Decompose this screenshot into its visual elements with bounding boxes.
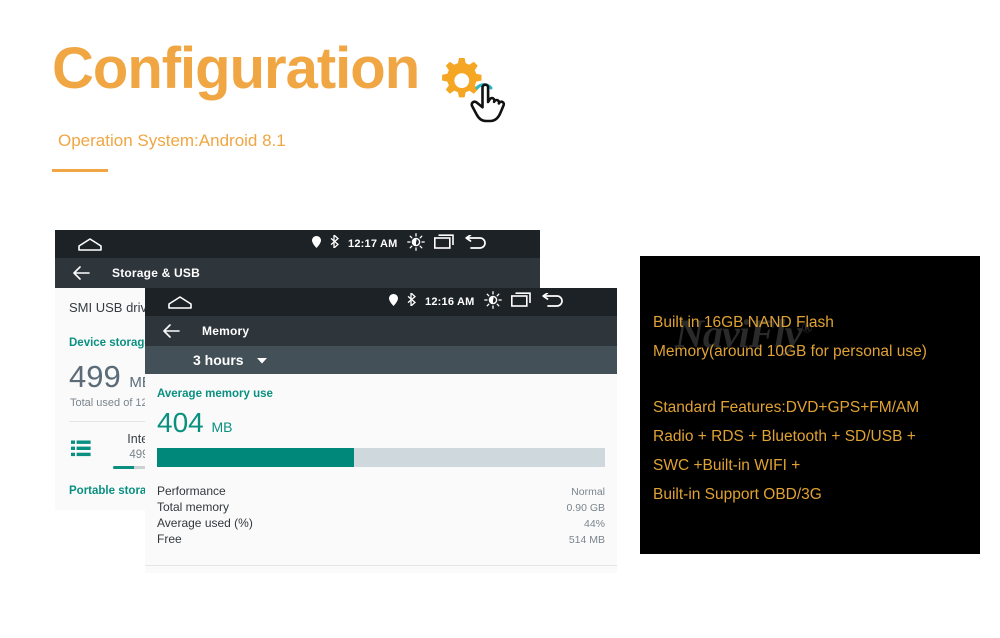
spec-line: Radio + RDS + Bluetooth + SD/USB +	[653, 428, 916, 445]
memory-usage-bar-fill	[157, 448, 355, 467]
average-memory-value: 404	[157, 407, 204, 438]
memory-app-bar-title: Memory	[202, 324, 250, 338]
title-accent-bar	[52, 169, 108, 172]
spec-line: Built-in Support OBD/3G	[653, 486, 822, 503]
memory-content: Average memory use 404 MB Performance No…	[145, 374, 617, 566]
gear-icon	[442, 58, 482, 98]
average-memory-label: Average memory use	[157, 388, 273, 400]
back-arrow-icon[interactable]	[73, 266, 90, 280]
average-memory-value-group: 404 MB	[157, 407, 617, 439]
location-pin-icon	[389, 293, 398, 311]
stat-key: Average used (%)	[157, 516, 253, 530]
brightness-icon[interactable]	[406, 232, 425, 256]
back-arrow-icon[interactable]	[464, 233, 487, 254]
status-time: 12:16 AM	[425, 296, 475, 308]
storage-list-icon	[71, 440, 91, 462]
memory-bottom-divider	[145, 565, 617, 566]
spec-line: Built in 16GB NAND Flash	[653, 314, 834, 331]
storage-status-bar: 12:17 AM	[55, 230, 540, 258]
page-subtitle: Operation System:Android 8.1	[58, 131, 286, 150]
stat-value: 514 MB	[568, 534, 605, 546]
page-root: Configuration Operation System:Android 8…	[0, 0, 1000, 638]
storage-app-bar-title: Storage & USB	[112, 266, 200, 280]
time-range-value: 3 hours	[193, 352, 244, 368]
average-memory-unit: MB	[211, 419, 233, 435]
home-icon[interactable]	[167, 295, 193, 309]
memory-usage-bar	[157, 448, 605, 467]
bluetooth-icon	[407, 292, 416, 311]
memory-status-bar: 12:16 AM	[145, 288, 617, 316]
recents-icon[interactable]	[433, 234, 456, 254]
stat-key: Free	[157, 532, 182, 546]
status-time: 12:17 AM	[348, 238, 398, 250]
brightness-icon[interactable]	[483, 290, 502, 314]
stat-key: Total memory	[157, 500, 230, 514]
spec-line: Memory(around 10GB for personal use)	[653, 343, 927, 360]
gear-cursor-graphic	[437, 52, 517, 130]
home-icon[interactable]	[77, 237, 103, 251]
recents-icon[interactable]	[510, 292, 533, 312]
stat-value: Normal	[571, 486, 605, 498]
time-range-spinner[interactable]: 3 hours	[145, 346, 617, 374]
spec-line: Standard Features:DVD+GPS+FM/AM	[653, 399, 920, 416]
memory-stat-row: Performance Normal	[157, 483, 605, 499]
memory-stats-list: Performance Normal Total memory 0.90 GB …	[157, 483, 605, 547]
bluetooth-icon	[330, 234, 339, 253]
storage-app-bar: Storage & USB	[55, 258, 540, 288]
stat-value: 0.90 GB	[566, 502, 605, 514]
stat-key: Performance	[157, 484, 226, 498]
back-arrow-icon[interactable]	[163, 324, 180, 338]
chevron-down-icon	[256, 351, 267, 369]
internal-storage-progress-fill	[113, 466, 135, 469]
spec-line: SWC +Built-in WIFI +	[653, 457, 801, 474]
memory-stat-row: Average used (%) 44%	[157, 515, 605, 531]
memory-screenshot: 12:16 AM Memory 3 hours Average memory u…	[145, 288, 617, 573]
spec-panel: NaviFly® Built in 16GB NAND Flash Memory…	[640, 256, 980, 554]
device-storage-used-value: 499	[69, 359, 121, 394]
stat-value: 44%	[583, 518, 605, 530]
location-pin-icon	[312, 235, 321, 253]
spec-text-block: Built in 16GB NAND Flash Memory(around 1…	[640, 256, 980, 509]
memory-app-bar: Memory	[145, 316, 617, 346]
spec-spacer	[653, 366, 980, 393]
memory-stat-row: Free 514 MB	[157, 531, 605, 547]
back-arrow-icon[interactable]	[541, 291, 564, 312]
page-title: Configuration	[52, 36, 420, 101]
memory-stat-row: Total memory 0.90 GB	[157, 499, 605, 515]
